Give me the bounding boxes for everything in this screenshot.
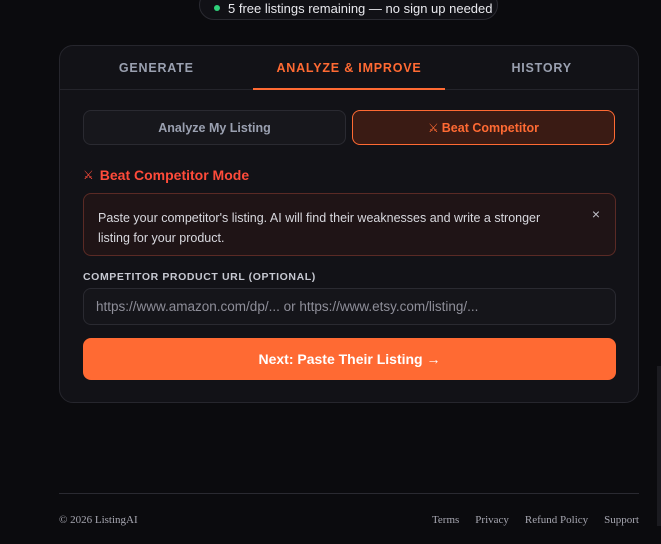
tab-history[interactable]: HISTORY	[445, 46, 638, 89]
mode-title-text: Beat Competitor Mode	[99, 167, 250, 183]
analyze-my-listing-label: Analyze My Listing	[158, 120, 271, 135]
competitor-url-label: COMPETITOR PRODUCT URL (OPTIONAL)	[83, 271, 316, 283]
footer-copyright: © 2026 ListingAI	[59, 514, 138, 526]
close-icon[interactable]: ×	[592, 204, 600, 224]
footer-links: Terms Privacy Refund Policy Support	[432, 514, 639, 526]
analyze-card: GENERATE ANALYZE & IMPROVE HISTORY Analy…	[59, 45, 639, 403]
footer-link-support[interactable]: Support	[604, 514, 639, 526]
competitor-url-input[interactable]	[83, 288, 616, 325]
free-listings-banner: 5 free listings remaining — no sign up n…	[199, 0, 498, 20]
footer-link-refund-policy[interactable]: Refund Policy	[525, 514, 588, 526]
competitor-notice: Paste your competitor's listing. AI will…	[83, 193, 616, 256]
footer-link-privacy[interactable]: Privacy	[475, 514, 509, 526]
next-paste-listing-button[interactable]: Next: Paste Their Listing →	[83, 338, 616, 380]
crossed-swords-icon: ⚔	[428, 120, 439, 135]
footer-divider	[59, 493, 639, 494]
tab-bar: GENERATE ANALYZE & IMPROVE HISTORY	[60, 46, 638, 90]
mode-title: ⚔ Beat Competitor Mode	[83, 167, 249, 183]
beat-competitor-button[interactable]: ⚔ Beat Competitor	[352, 110, 615, 145]
scrollbar[interactable]	[657, 366, 661, 526]
tab-generate[interactable]: GENERATE	[60, 46, 253, 89]
status-dot-icon	[214, 5, 220, 11]
crossed-swords-icon: ⚔	[83, 168, 94, 182]
analyze-my-listing-button[interactable]: Analyze My Listing	[83, 110, 346, 145]
footer-link-terms[interactable]: Terms	[432, 514, 459, 526]
free-listings-text: 5 free listings remaining — no sign up n…	[228, 0, 493, 16]
tab-analyze-improve[interactable]: ANALYZE & IMPROVE	[252, 46, 446, 90]
notice-text: Paste your competitor's listing. AI will…	[98, 211, 541, 245]
beat-competitor-label: Beat Competitor	[441, 120, 539, 135]
